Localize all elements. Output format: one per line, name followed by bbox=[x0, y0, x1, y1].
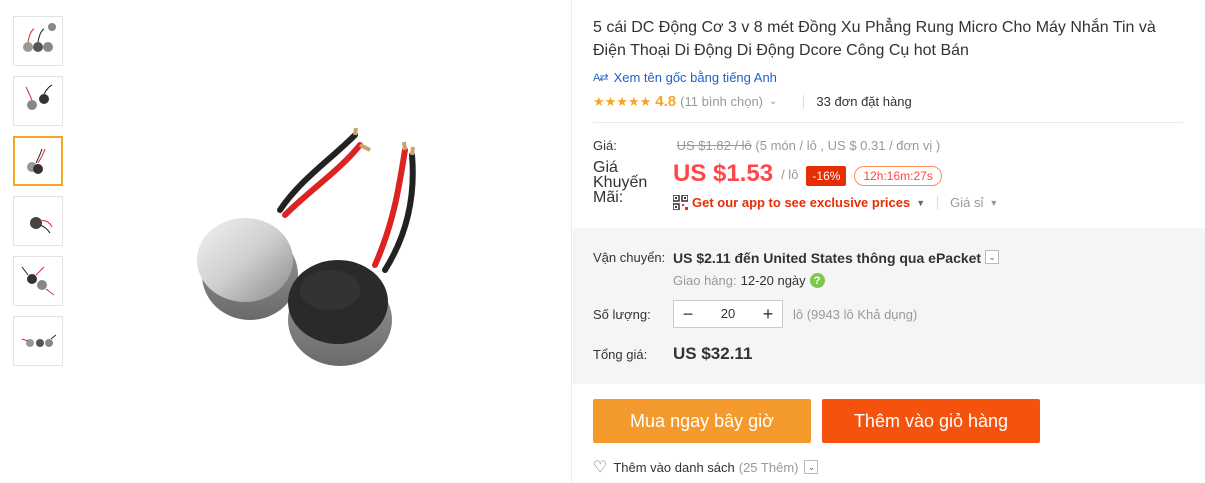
motor-thumb-icon bbox=[30, 217, 53, 234]
thumbnail-list bbox=[13, 16, 63, 376]
shipping-row: Vận chuyển: US $2.11 đến United States t… bbox=[593, 250, 1000, 266]
promo-unit: / lô bbox=[781, 167, 799, 182]
promo-price-label: Giá Khuyến Mãi: bbox=[593, 159, 648, 206]
discount-badge: -16% bbox=[806, 166, 847, 186]
delivery-row: Giao hàng: 12-20 ngày ? bbox=[673, 273, 825, 288]
total-price: US $32.11 bbox=[673, 344, 753, 363]
old-price: US $1.82 / lô bbox=[676, 138, 752, 153]
buy-now-button[interactable]: Mua ngay bây giờ bbox=[593, 399, 811, 443]
delivery-days: 12-20 ngày bbox=[740, 273, 806, 288]
shipping-section: Vận chuyển: US $2.11 đến United States t… bbox=[573, 228, 1205, 384]
motor-thumb-icon bbox=[25, 84, 53, 110]
app-promo-link[interactable]: Get our app to see exclusive prices bbox=[692, 195, 910, 210]
old-price-detail: (5 món / lô , US $ 0.31 / đơn vị ) bbox=[755, 138, 941, 153]
rating-value: 4.8 bbox=[655, 93, 677, 110]
qr-code-icon bbox=[673, 195, 688, 210]
original-price-row: Giá: US $1.82 / lô (5 món / lô , US $ 0.… bbox=[593, 138, 940, 153]
shipping-value: US $2.11 đến United States thông qua ePa… bbox=[673, 250, 982, 266]
rating-row: ★★★★★ 4.8 (11 bình chọn) ⌄ 33 đơn đặt hà… bbox=[593, 93, 912, 110]
thumbnail-5[interactable] bbox=[13, 256, 63, 306]
motor-thumb-icon bbox=[23, 23, 56, 52]
chevron-down-icon[interactable]: ⌄ bbox=[804, 460, 819, 474]
divider bbox=[937, 195, 939, 210]
motor-thumb-icon bbox=[21, 266, 55, 296]
wishlist-row[interactable]: ♡ Thêm vào danh sách (25 Thêm) ⌄ bbox=[593, 457, 819, 477]
product-info-panel: 5 cái DC Động Cơ 3 v 8 mét Đồng Xu Phẳng… bbox=[573, 0, 1205, 483]
image-gallery bbox=[0, 0, 572, 483]
order-count: 33 đơn đặt hàng bbox=[816, 94, 912, 109]
thumbnail-6[interactable] bbox=[13, 316, 63, 366]
product-page: 5 cái DC Động Cơ 3 v 8 mét Đồng Xu Phẳng… bbox=[0, 0, 1205, 483]
divider bbox=[803, 94, 805, 109]
quantity-stepper: − 20 + bbox=[673, 300, 783, 328]
motor-thumb-icon bbox=[21, 334, 57, 347]
heart-icon[interactable]: ♡ bbox=[593, 457, 607, 477]
total-row: Tổng giá: US $32.11 bbox=[593, 344, 752, 364]
thumbnail-4[interactable] bbox=[13, 196, 63, 246]
add-to-cart-button[interactable]: Thêm vào giỏ hàng bbox=[822, 399, 1040, 443]
main-product-image[interactable] bbox=[160, 110, 470, 380]
rating-count[interactable]: (11 bình chọn) bbox=[680, 94, 763, 109]
thumbnail-2[interactable] bbox=[13, 76, 63, 126]
chevron-down-icon[interactable]: ⌄ bbox=[769, 96, 777, 107]
product-title: 5 cái DC Động Cơ 3 v 8 mét Đồng Xu Phẳng… bbox=[593, 19, 1156, 59]
delivery-label: Giao hàng: bbox=[673, 273, 737, 288]
quantity-row: Số lượng: − 20 + lô (9943 lô Khả dụng) bbox=[593, 300, 917, 328]
divider bbox=[593, 122, 1183, 123]
star-rating-icon: ★★★★★ bbox=[593, 93, 652, 109]
app-price-row: Get our app to see exclusive prices ▼ Gi… bbox=[673, 195, 998, 210]
translate-link[interactable]: A⇄ Xem tên gốc bằng tiếng Anh bbox=[593, 70, 777, 85]
plus-icon[interactable]: + bbox=[754, 301, 782, 327]
total-label: Tổng giá: bbox=[593, 346, 648, 362]
shipping-label: Vận chuyển: bbox=[593, 250, 666, 265]
wishlist-count: (25 Thêm) bbox=[738, 459, 799, 475]
wishlist-label: Thêm vào danh sách bbox=[613, 459, 735, 475]
promo-price: US $1.53 bbox=[673, 160, 774, 187]
thumbnail-3[interactable] bbox=[13, 136, 63, 186]
help-icon[interactable]: ? bbox=[809, 273, 825, 288]
wholesale-price-link[interactable]: Giá sỉ bbox=[950, 195, 983, 210]
translate-link-text: Xem tên gốc bằng tiếng Anh bbox=[613, 70, 777, 85]
minus-icon[interactable]: − bbox=[674, 301, 702, 327]
thumbnail-1[interactable] bbox=[13, 16, 63, 66]
countdown-timer: 12h:16m:27s bbox=[854, 166, 942, 186]
quantity-input[interactable]: 20 bbox=[702, 301, 754, 327]
translate-icon: A⇄ bbox=[593, 72, 609, 84]
available-quantity: lô (9943 lô Khả dụng) bbox=[793, 306, 918, 322]
motor-thumb-icon bbox=[27, 148, 46, 174]
triangle-down-icon[interactable]: ▼ bbox=[989, 198, 998, 208]
chevron-down-icon[interactable]: ⌄ bbox=[985, 250, 1000, 264]
quantity-label: Số lượng: bbox=[593, 306, 651, 322]
price-label: Giá: bbox=[593, 138, 617, 153]
triangle-down-icon[interactable]: ▼ bbox=[916, 198, 925, 208]
